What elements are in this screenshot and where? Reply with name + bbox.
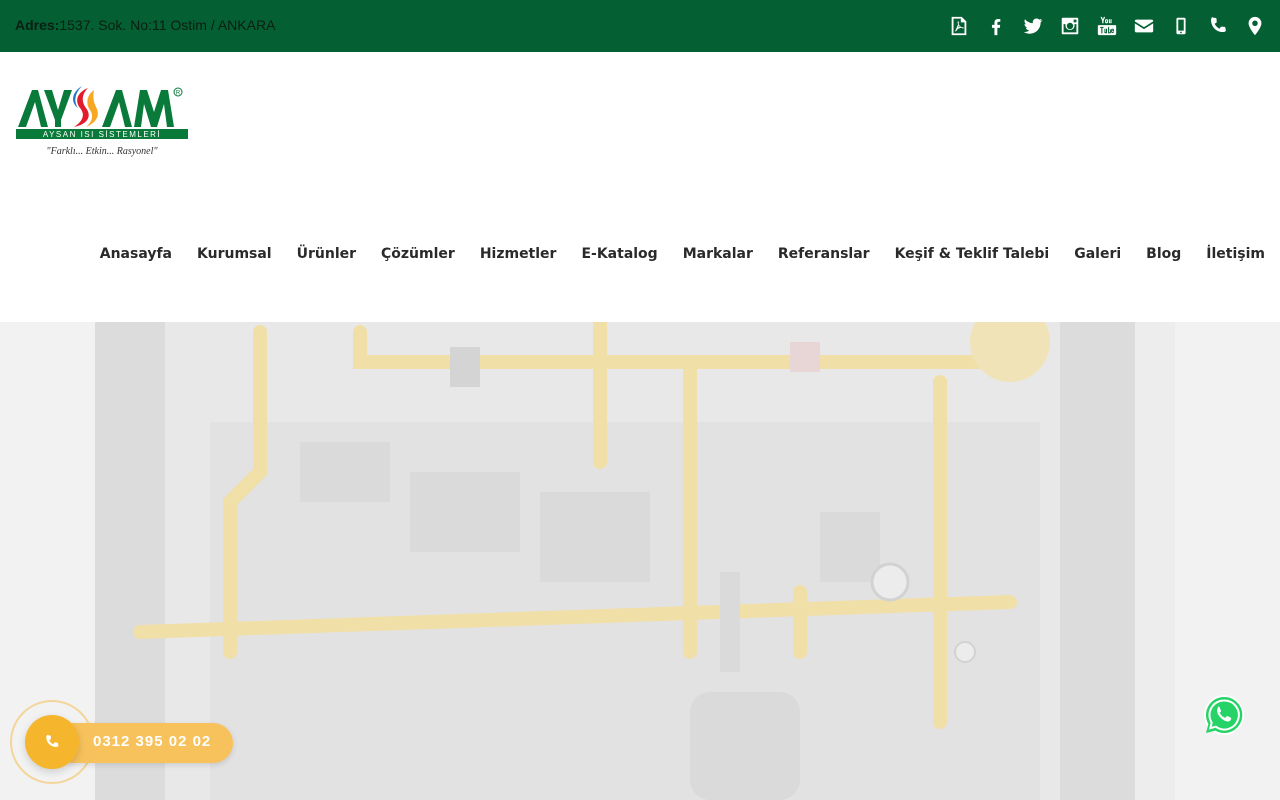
nav-kesif-teklif[interactable]: Keşif & Teklif Talebi: [895, 246, 1050, 262]
whatsapp-icon[interactable]: [1203, 694, 1245, 736]
nav-iletisim[interactable]: İletişim: [1206, 246, 1265, 262]
nav-markalar[interactable]: Markalar: [683, 246, 753, 262]
instagram-icon[interactable]: [1057, 13, 1083, 39]
top-icons: [935, 13, 1268, 39]
address: Adres:1537. Sok. No:11 Ostim / ANKARA: [15, 17, 275, 33]
mobile-icon[interactable]: [1168, 13, 1194, 39]
site-logo[interactable]: R AYSAN ISI SİSTEMLERİ "Farklı... Etkin.…: [16, 82, 191, 164]
logo-slogan: "Farklı... Etkin... Rasyonel": [46, 146, 158, 157]
twitter-icon[interactable]: [1020, 13, 1046, 39]
nav-cozumler[interactable]: Çözümler: [381, 246, 455, 262]
envelope-icon[interactable]: [1131, 13, 1157, 39]
facebook-icon[interactable]: [983, 13, 1009, 39]
floating-call: 0312 395 02 02: [10, 700, 240, 786]
address-value: 1537. Sok. No:11 Ostim / ANKARA: [59, 17, 276, 33]
logo-subtitle: AYSAN ISI SİSTEMLERİ: [43, 130, 161, 139]
call-button[interactable]: [25, 715, 79, 769]
nav-referanslar[interactable]: Referanslar: [778, 246, 870, 262]
phone-handset-icon: [46, 734, 59, 747]
nav-galeri[interactable]: Galeri: [1074, 246, 1121, 262]
nav-kurumsal[interactable]: Kurumsal: [197, 246, 272, 262]
address-label: Adres:: [15, 17, 60, 33]
map-marker-icon[interactable]: [1242, 13, 1268, 39]
phone-icon[interactable]: [1205, 13, 1231, 39]
nav-blog[interactable]: Blog: [1146, 246, 1181, 262]
site-header: R AYSAN ISI SİSTEMLERİ "Farklı... Etkin.…: [0, 52, 1280, 322]
nav-urunler[interactable]: Ürünler: [297, 246, 356, 262]
top-bar: Adres:1537. Sok. No:11 Ostim / ANKARA: [0, 0, 1280, 52]
main-nav: Anasayfa Kurumsal Ürünler Çözümler Hizme…: [75, 246, 1265, 262]
youtube-icon[interactable]: [1094, 13, 1120, 39]
nav-hizmetler[interactable]: Hizmetler: [480, 246, 557, 262]
svg-text:R: R: [176, 91, 181, 97]
pdf-icon[interactable]: [946, 13, 972, 39]
logo-wordmark: R: [18, 86, 183, 127]
call-number[interactable]: 0312 395 02 02: [93, 733, 211, 750]
nav-anasayfa[interactable]: Anasayfa: [100, 246, 172, 262]
nav-e-katalog[interactable]: E-Katalog: [581, 246, 657, 262]
